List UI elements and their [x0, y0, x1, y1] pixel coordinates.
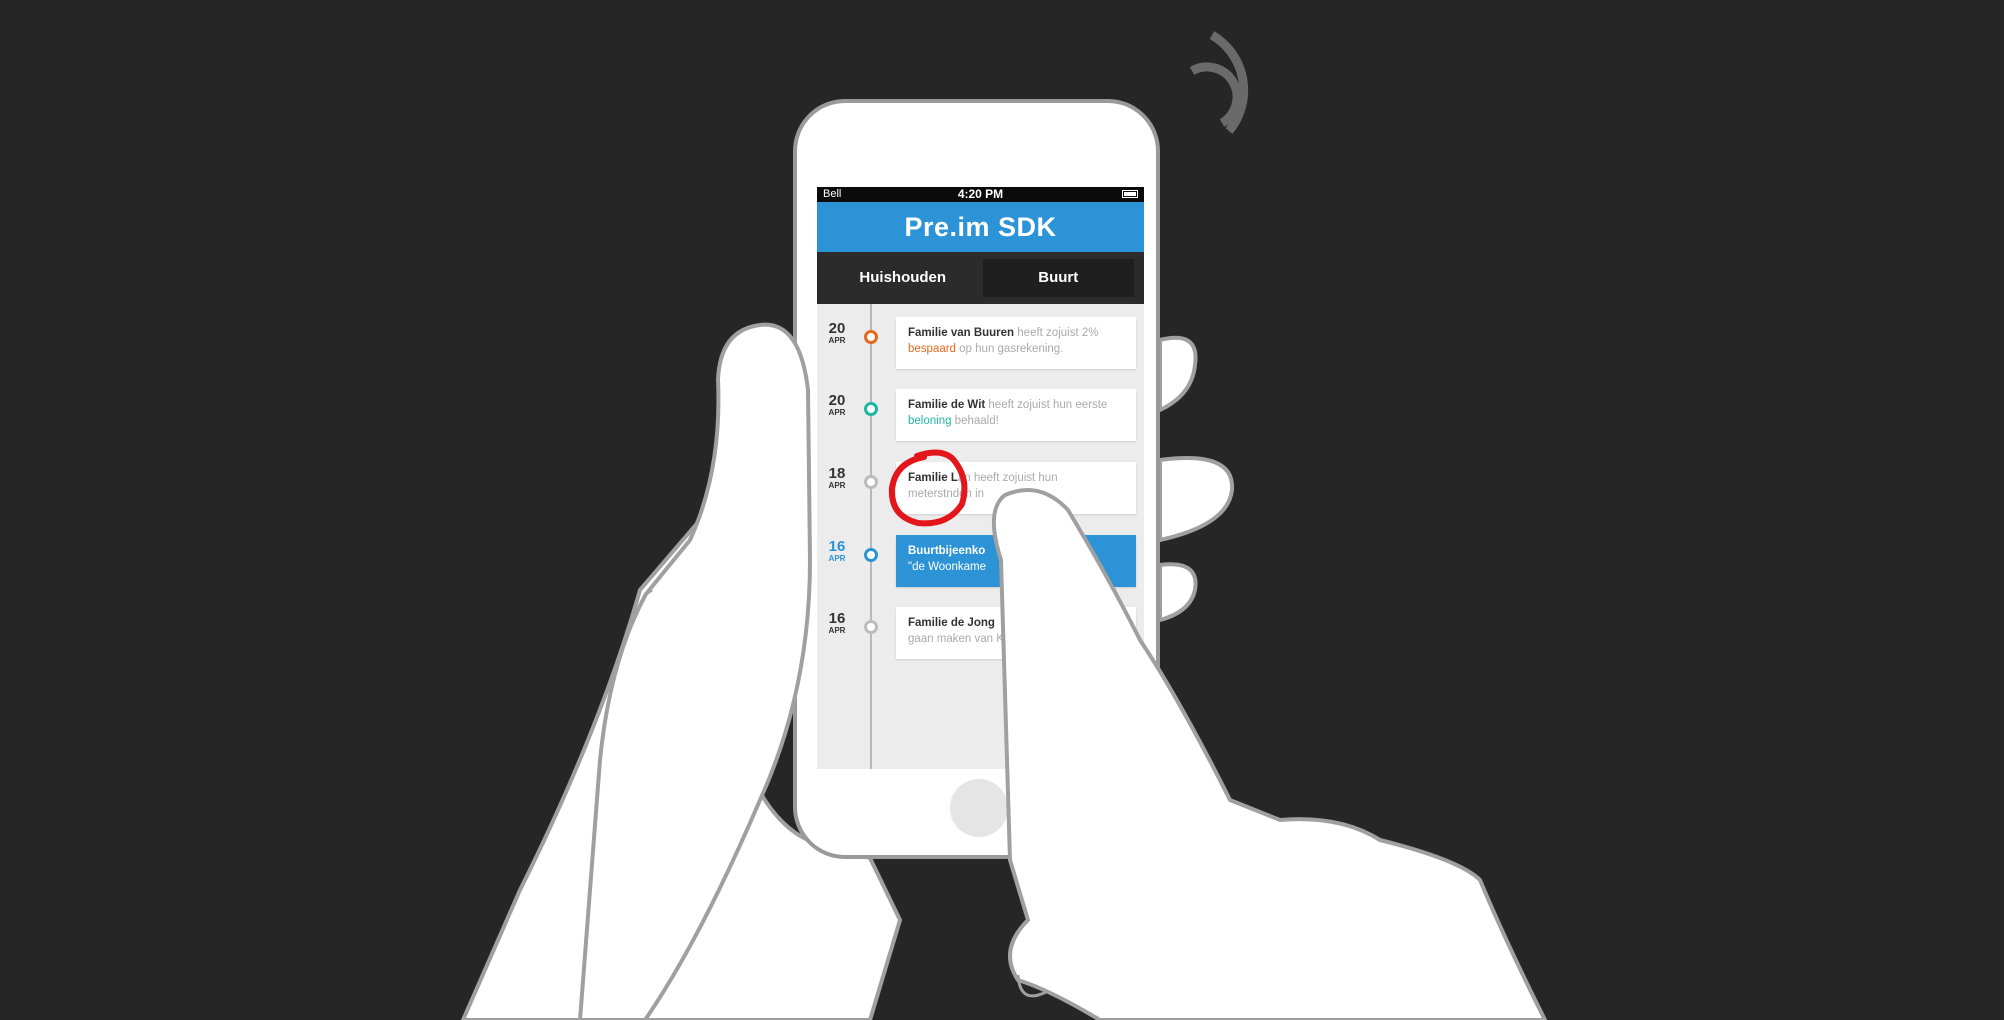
timeline-entry[interactable]: 16 APR Buurtbijeenko "de Woonkame [817, 533, 1144, 589]
entry-text-end: behaald! [951, 415, 999, 427]
entry-family-name: Buurtbijeenko [908, 545, 986, 557]
entry-day: 16 [828, 610, 846, 627]
entry-month: APR [828, 336, 846, 345]
entry-text-end: op hun gasrekening. [955, 343, 1064, 355]
entry-text-end: nden in [946, 488, 985, 500]
entry-day: 20 [828, 320, 846, 337]
entry-month: APR [828, 481, 846, 490]
entry-day: 16 [828, 538, 846, 555]
entry-card[interactable]: Buurtbijeenko "de Woonkame [896, 535, 1136, 587]
timeline-entry[interactable]: 20 APR Familie de Wit heeft zojuist hun ee… [817, 387, 1144, 443]
entry-card[interactable]: Familie de Jong gaan maken van K [896, 607, 1136, 659]
entry-text-end: gaan maken van K [908, 633, 1004, 645]
entry-text: heeft zojuist 2% [1014, 327, 1099, 339]
activity-timeline: 20 APR Familie van Buuren heeft zojuist 2%… [817, 304, 1144, 769]
entry-text-end: "de Woonkame [908, 561, 987, 573]
entry-family-name: Familie van Buuren [908, 327, 1015, 339]
entry-date: 20 APR [817, 321, 857, 346]
entry-highlight: beloning [908, 415, 952, 427]
entry-date: 16 APR [817, 611, 857, 636]
entry-month: APR [828, 626, 846, 635]
phone-screen: Bell 4:20 PM Pre.im SDK Huishouden Buurt… [817, 187, 1144, 769]
entry-date: 16 APR [817, 539, 857, 564]
tab-buurt[interactable]: Buurt [982, 259, 1134, 297]
entry-text: heeft zojuist hun eerste [985, 399, 1108, 411]
entry-day: 18 [828, 465, 846, 482]
timeline-entry[interactable]: 20 APR Familie van Buuren heeft zojuist 2%… [817, 315, 1144, 371]
entry-family-name: Familie de Wit [908, 399, 986, 411]
entry-card[interactable]: Familie van Buuren heeft zojuist 2% besp… [896, 317, 1136, 369]
phone-device: Bell 4:20 PM Pre.im SDK Huishouden Buurt… [793, 99, 1160, 859]
timeline-dot [864, 548, 878, 562]
entry-day: 20 [828, 392, 846, 409]
status-bar: Bell 4:20 PM [817, 187, 1144, 202]
home-button[interactable] [950, 779, 1008, 837]
entry-date: 18 APR [817, 466, 857, 491]
tab-huishouden[interactable]: Huishouden [827, 259, 979, 297]
app-title: Pre.im SDK [817, 202, 1144, 252]
battery-icon [1122, 190, 1138, 198]
entry-month: APR [828, 554, 846, 563]
illustration-stage: Bell 4:20 PM Pre.im SDK Huishouden Buurt… [0, 0, 2004, 1020]
entry-highlight: bespaard [908, 343, 956, 355]
entry-card[interactable]: Familie de Wit heeft zojuist hun eerste … [896, 389, 1136, 441]
status-time: 4:20 PM [957, 187, 1004, 201]
timeline-dot [864, 402, 878, 416]
entry-family-name: Familie L [908, 472, 958, 484]
timeline-dot [864, 620, 878, 634]
entry-card[interactable]: Familie Lan heeft zojuist hun meterstnde… [896, 462, 1136, 514]
segmented-tabs: Huishouden Buurt [817, 252, 1144, 304]
timeline-dot [864, 330, 878, 344]
timeline-entry[interactable]: 18 APR Familie Lan heeft zojuist hun meter… [817, 460, 1144, 516]
timeline-entry[interactable]: 16 APR Familie de Jong gaan maken van K [817, 605, 1144, 661]
entry-date: 20 APR [817, 393, 857, 418]
entry-family-name: Familie de Jong [908, 617, 995, 629]
timeline-dot [864, 475, 878, 489]
entry-month: APR [828, 408, 846, 417]
